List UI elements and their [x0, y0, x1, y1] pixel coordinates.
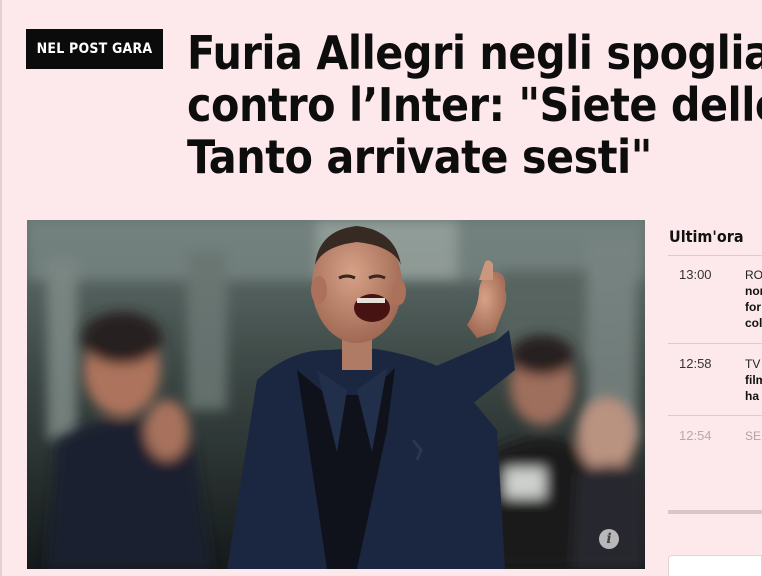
- headline-line: Furia Allegri negli spogliatoi: [187, 27, 762, 80]
- latest-news-sidebar: Ultim'ora 13:00 RO nor for col 12:58 TV …: [668, 220, 762, 576]
- news-text: SE: [745, 428, 762, 444]
- divider: [668, 343, 762, 344]
- news-line: film: [745, 373, 762, 387]
- news-text: TV film ha: [745, 356, 762, 404]
- news-kicker: TV: [745, 357, 761, 371]
- coach-photo-illustration: [27, 220, 645, 569]
- latest-news-title: Ultim'ora: [669, 227, 744, 246]
- info-icon[interactable]: i: [599, 529, 619, 549]
- sidebar-scroll-bar[interactable]: [668, 510, 762, 514]
- headline-line: contro l’Inter: "Siete delle m: [187, 78, 762, 132]
- news-text: RO nor for col: [745, 267, 762, 331]
- news-time: 12:58: [679, 356, 712, 371]
- section-badge[interactable]: NEL POST GARA: [26, 29, 163, 69]
- headline-line: Tanto arrivate sesti": [187, 130, 652, 184]
- news-time: 12:54: [679, 428, 712, 443]
- section-badge-label: NEL POST GARA: [36, 41, 153, 57]
- news-time: 13:00: [679, 267, 712, 282]
- divider: [668, 255, 762, 256]
- news-item[interactable]: 12:54 SE: [668, 428, 762, 516]
- news-kicker: SE: [745, 429, 762, 443]
- news-item[interactable]: 13:00 RO nor for col: [668, 267, 762, 355]
- news-kicker: RO: [745, 268, 762, 282]
- divider: [668, 415, 762, 416]
- article-headline: Furia Allegri negli spogliatoi contro l’…: [187, 27, 762, 187]
- sidebar-card[interactable]: [668, 555, 762, 576]
- news-line: for: [745, 300, 761, 314]
- news-line: ha: [745, 389, 760, 403]
- page-edge-divider: [0, 0, 2, 576]
- news-line: nor: [745, 284, 762, 298]
- article-photo[interactable]: i: [27, 220, 645, 569]
- news-line: col: [745, 316, 762, 330]
